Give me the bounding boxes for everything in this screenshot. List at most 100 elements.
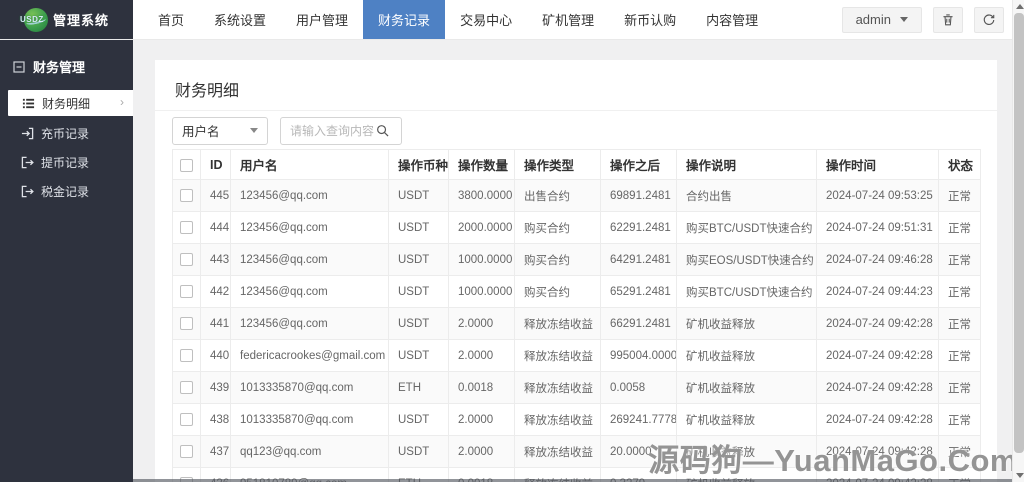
column-header: 操作币种 [388, 149, 449, 180]
cell-type: 购买合约 [514, 243, 601, 276]
row-checkbox[interactable] [180, 221, 193, 234]
sign-out-icon [21, 185, 34, 198]
cell-id: 445 [200, 179, 231, 212]
cell-status: 正常 [938, 371, 981, 404]
row-checkbox[interactable] [180, 317, 193, 330]
cell-type: 购买合约 [514, 211, 601, 244]
nav-item-user-management[interactable]: 用户管理 [281, 0, 363, 39]
chevron-right-icon: › [120, 95, 124, 109]
sign-in-icon [21, 127, 34, 140]
cell-coin: USDT [388, 403, 449, 436]
trash-icon [941, 13, 955, 27]
search-box [280, 116, 402, 145]
table-row: 439 1013335870@qq.com ETH 0.0018 释放冻结收益 0.005… [172, 371, 981, 404]
row-check-cell [172, 243, 201, 276]
cell-status: 正常 [938, 211, 981, 244]
nav-item-new-coin-subscribe[interactable]: 新币认购 [609, 0, 691, 39]
cell-amount: 2.0000 [448, 403, 515, 436]
sidebar-item-tax-records[interactable]: 税金记录› [0, 177, 133, 206]
cell-time: 2024-07-24 09:42:28 [816, 307, 939, 340]
select-all-checkbox[interactable] [180, 158, 193, 172]
scroll-down-arrow-icon[interactable] [1016, 473, 1024, 478]
column-header: 操作时间 [816, 149, 939, 180]
cell-after: 20.0000 [600, 435, 677, 468]
cell-note: 矿机收益释放 [676, 435, 817, 468]
cell-user: 123456@qq.com [230, 275, 389, 308]
cell-id: 444 [200, 211, 231, 244]
cell-type: 释放冻结收益 [514, 403, 601, 436]
sidebar-item-deposit-records[interactable]: 充币记录› [0, 119, 133, 148]
cell-after: 64291.2481 [600, 243, 677, 276]
refresh-button[interactable] [974, 6, 1004, 33]
sidebar: 财务管理 财务明细 › 充币记录›提币记录›税金记录› [0, 40, 133, 482]
cell-note: 购买EOS/USDT快速合约 [676, 243, 817, 276]
cell-after: 66291.2481 [600, 307, 677, 340]
cell-note: 矿机收益释放 [676, 307, 817, 340]
cell-type: 出售合约 [514, 179, 601, 212]
cell-note: 矿机收益释放 [676, 371, 817, 404]
table-row: 443 123456@qq.com USDT 1000.0000 购买合约 64291.2… [172, 243, 981, 276]
list-icon [22, 97, 35, 110]
cell-id: 438 [200, 403, 231, 436]
nav-item-home[interactable]: 首页 [143, 0, 199, 39]
row-check-cell [172, 435, 201, 468]
app-logo: USDZ 管理系统 [0, 0, 133, 39]
nav-item-content-management[interactable]: 内容管理 [691, 0, 773, 39]
search-icon[interactable] [376, 124, 389, 137]
cell-time: 2024-07-24 09:44:23 [816, 275, 939, 308]
table-row: 444 123456@qq.com USDT 2000.0000 购买合约 62291.2… [172, 211, 981, 244]
sidebar-section-finance[interactable]: 财务管理 [0, 40, 133, 88]
cell-user: 123456@qq.com [230, 179, 389, 212]
sidebar-item-finance-detail[interactable]: 财务明细 › [8, 90, 133, 116]
row-checkbox[interactable] [180, 445, 193, 458]
cell-type: 释放冻结收益 [514, 371, 601, 404]
cell-user: federicacrookes@gmail.com [230, 339, 389, 372]
sidebar-item-withdraw-records[interactable]: 提币记录› [0, 148, 133, 177]
cell-id: 442 [200, 275, 231, 308]
main-nav: 首页 系统设置 用户管理 财务记录 交易中心 矿机管理 新币认购 内容管理 [133, 0, 842, 39]
cell-after: 65291.2481 [600, 275, 677, 308]
chevron-down-icon [900, 17, 908, 22]
search-input[interactable] [290, 123, 376, 138]
admin-user-menu[interactable]: admin [841, 6, 922, 33]
clear-cache-button[interactable] [933, 6, 963, 33]
cell-coin: USDT [388, 435, 449, 468]
cell-coin: USDT [388, 339, 449, 372]
globe-logo-icon: USDZ [20, 7, 48, 32]
finance-table: ID 用户名 操作币种 操作数量 操作类型 操作之后 操作说明 操作时间 状态 445 12345… [172, 149, 981, 482]
cell-status: 正常 [938, 275, 981, 308]
row-check-cell [172, 371, 201, 404]
page-title: 财务明细 [175, 83, 240, 100]
scroll-up-arrow-icon[interactable] [1016, 4, 1024, 9]
table-header-row: ID 用户名 操作币种 操作数量 操作类型 操作之后 操作说明 操作时间 状态 [172, 149, 981, 180]
sidebar-item-label: 税金记录 [41, 185, 90, 199]
scrollbar-thumb[interactable] [1014, 13, 1024, 453]
cell-after: 69891.2481 [600, 179, 677, 212]
filter-field-value: 用户名 [182, 125, 220, 139]
cell-coin: USDT [388, 211, 449, 244]
row-checkbox[interactable] [180, 189, 193, 202]
row-checkbox[interactable] [180, 285, 193, 298]
filter-field-select[interactable]: 用户名 [172, 116, 268, 145]
sidebar-item-label: 提币记录 [41, 156, 90, 170]
row-checkbox[interactable] [180, 253, 193, 266]
nav-item-finance-records[interactable]: 财务记录 [363, 0, 446, 39]
cell-status: 正常 [938, 179, 981, 212]
cell-time: 2024-07-24 09:42:28 [816, 435, 939, 468]
cell-type: 释放冻结收益 [514, 339, 601, 372]
cell-user: 123456@qq.com [230, 211, 389, 244]
table-row: 437 qq123@qq.com USDT 2.0000 释放冻结收益 20.0000 矿机… [172, 435, 981, 468]
sidebar-item-label: 财务明细 [42, 96, 91, 111]
nav-item-system-settings[interactable]: 系统设置 [199, 0, 281, 39]
nav-item-miner-management[interactable]: 矿机管理 [527, 0, 609, 39]
cell-after: 0.0058 [600, 371, 677, 404]
row-checkbox[interactable] [180, 413, 193, 426]
row-checkbox[interactable] [180, 349, 193, 362]
sidebar-menu: 财务明细 › 充币记录›提币记录›税金记录› [0, 90, 133, 206]
cell-time: 2024-07-24 09:46:28 [816, 243, 939, 276]
row-checkbox[interactable] [180, 381, 193, 394]
cell-user: 1013335870@qq.com [230, 371, 389, 404]
cell-coin: USDT [388, 307, 449, 340]
table-row: 440 federicacrookes@gmail.com USDT 2.0000 释放… [172, 339, 981, 372]
nav-item-trade-center[interactable]: 交易中心 [445, 0, 527, 39]
